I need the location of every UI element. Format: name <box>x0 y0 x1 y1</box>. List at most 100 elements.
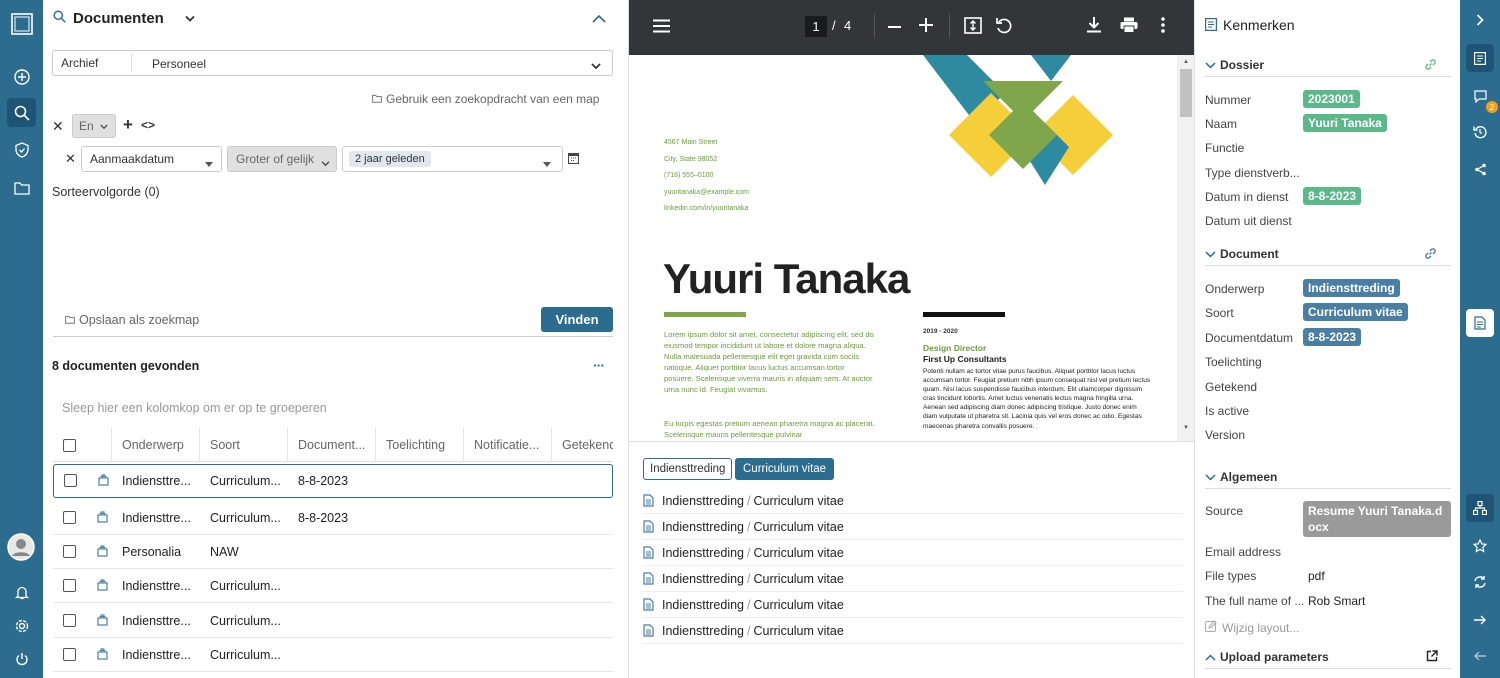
archive-select[interactable]: Archief Personeel <box>52 50 613 76</box>
column-header-onderwerp[interactable]: Onderwerp <box>111 428 199 462</box>
find-button[interactable]: Vinden <box>541 307 613 332</box>
row-checkbox[interactable] <box>63 579 76 592</box>
table-row[interactable]: Indiensttre... Curriculum... 8-8-2023 <box>53 464 613 498</box>
item-subject: Indiensttreding <box>662 493 745 508</box>
list-item[interactable]: Indiensttreding / Curriculum vitae <box>643 488 1183 514</box>
operator-select[interactable]: En <box>72 114 116 138</box>
download-icon[interactable] <box>1087 17 1101 36</box>
table-row[interactable]: Indiensttre... Curriculum... <box>53 569 613 603</box>
section-upload-parameters[interactable]: Upload parameters <box>1205 645 1451 669</box>
section-algemeen[interactable]: Algemeen <box>1205 465 1451 489</box>
zoom-out-icon[interactable] <box>888 26 901 28</box>
item-type: Curriculum vitae <box>753 519 844 534</box>
scroll-up-icon[interactable]: ▲ <box>1183 59 1189 65</box>
column-header-getekend[interactable]: Getekend <box>551 428 613 462</box>
table-row[interactable]: Indiensttre... Curriculum... <box>53 604 613 638</box>
zoom-in-icon[interactable] <box>919 18 933 35</box>
use-query-link[interactable]: Gebruik een zoekopdracht van een map <box>372 92 599 106</box>
table-row[interactable]: Indiensttre... Curriculum... 8-8-2023 <box>53 501 613 535</box>
menu-icon[interactable] <box>653 19 670 36</box>
prop-value: Curriculum vitae <box>1303 303 1408 321</box>
avatar[interactable] <box>6 532 36 562</box>
table-row[interactable]: Indiensttre... Curriculum... <box>53 638 613 672</box>
share-icon[interactable] <box>1466 155 1494 183</box>
prop-label: Toelichting <box>1205 355 1262 369</box>
chevron-down-icon[interactable] <box>185 12 195 26</box>
list-item[interactable]: Indiensttreding / Curriculum vitae <box>643 592 1183 618</box>
code-icon[interactable]: <> <box>141 118 155 132</box>
bell-icon[interactable] <box>7 578 36 607</box>
value-select[interactable]: 2 jaar geleden <box>342 146 563 172</box>
change-layout-label: Wijzig layout... <box>1222 620 1300 635</box>
operator-condition-select[interactable]: Groter of gelijk <box>227 146 337 172</box>
row-checkbox[interactable] <box>63 648 76 661</box>
folder-icon[interactable] <box>7 173 36 202</box>
power-icon[interactable] <box>7 644 36 673</box>
more-options-icon[interactable]: ··· <box>593 357 605 373</box>
list-item[interactable]: Indiensttreding / Curriculum vitae <box>643 566 1183 592</box>
change-layout-link[interactable]: Wijzig layout... <box>1205 620 1299 635</box>
remove-group-icon[interactable]: ✕ <box>52 118 64 135</box>
item-separator: / <box>747 493 751 508</box>
list-item[interactable]: Indiensttreding / Curriculum vitae <box>643 514 1183 540</box>
arrow-left-icon[interactable] <box>1466 642 1494 670</box>
more-vertical-icon[interactable] <box>1161 17 1165 36</box>
list-item[interactable]: Indiensttreding / Curriculum vitae <box>643 618 1183 644</box>
collapse-chevron-up-icon[interactable] <box>592 12 606 26</box>
field-select[interactable]: Aanmaakdatum <box>81 146 222 172</box>
tab-curriculum-vitae[interactable]: Curriculum vitae <box>735 458 835 480</box>
address-line: linkedin.com/in/yuuritanaka <box>664 205 749 212</box>
select-all-checkbox[interactable] <box>63 439 76 452</box>
hierarchy-icon[interactable] <box>1466 494 1494 522</box>
save-as-folder-link[interactable]: Opslaan als zoekmap <box>65 313 199 327</box>
search-icon[interactable] <box>7 98 36 127</box>
external-link-icon[interactable] <box>1426 650 1438 665</box>
column-header-notificatie[interactable]: Notificatie... <box>463 428 551 462</box>
history-icon[interactable] <box>1466 118 1494 146</box>
scrollbar[interactable]: ▲ ▼ <box>1177 55 1195 441</box>
column-header-document[interactable]: Document... <box>287 428 375 462</box>
properties-tab-icon[interactable] <box>1466 44 1494 72</box>
prop-value: 2023001 <box>1303 90 1360 108</box>
row-checkbox[interactable] <box>63 511 76 524</box>
gear-icon[interactable] <box>7 611 36 640</box>
chevron-down-icon <box>591 59 601 73</box>
scroll-thumb[interactable] <box>1180 69 1192 117</box>
remove-condition-icon[interactable]: ✕ <box>65 151 76 167</box>
star-icon[interactable] <box>1466 532 1494 560</box>
arrow-right-icon[interactable] <box>1466 606 1494 634</box>
print-icon[interactable] <box>1120 17 1138 36</box>
calendar-icon[interactable] <box>567 152 580 167</box>
cell-soort: Curriculum... <box>210 648 281 662</box>
sort-order[interactable]: Sorteervolgorde (0) <box>52 185 160 199</box>
comments-icon[interactable]: 2 <box>1466 82 1498 113</box>
chevron-right-icon[interactable] <box>1466 6 1494 34</box>
table-row[interactable]: Personalia NAW <box>53 535 613 569</box>
chevron-down-icon <box>1205 247 1216 261</box>
row-checkbox[interactable] <box>64 474 77 487</box>
list-item[interactable]: Indiensttreding / Curriculum vitae <box>643 540 1183 566</box>
condition-op-value: Groter of gelijk <box>236 152 315 166</box>
app-logo-icon[interactable] <box>7 9 36 38</box>
section-document[interactable]: Document <box>1205 242 1451 266</box>
address-line: yuuritanaka@example.com <box>664 188 749 196</box>
fit-page-icon[interactable] <box>964 17 982 37</box>
tab-indiensttreding[interactable]: Indiensttreding <box>643 458 733 480</box>
archive-value: Personeel <box>152 57 207 71</box>
add-icon[interactable] <box>7 62 36 91</box>
column-header-soort[interactable]: Soort <box>199 428 287 462</box>
add-condition-icon[interactable]: + <box>123 115 133 135</box>
rotate-icon[interactable] <box>995 17 1013 38</box>
link-icon[interactable] <box>1424 58 1437 74</box>
shield-icon[interactable] <box>7 135 36 164</box>
column-header-toelichting[interactable]: Toelichting <box>375 428 463 462</box>
row-checkbox[interactable] <box>63 614 76 627</box>
row-checkbox[interactable] <box>63 545 76 558</box>
document-preview-icon[interactable] <box>1466 309 1494 337</box>
page-number-input[interactable]: 1 <box>805 16 827 37</box>
link-icon[interactable] <box>1424 247 1437 263</box>
file-icon <box>643 598 654 611</box>
section-dossier[interactable]: Dossier <box>1205 53 1451 77</box>
scroll-down-icon[interactable]: ▼ <box>1183 425 1189 431</box>
sync-icon[interactable] <box>1466 568 1494 596</box>
